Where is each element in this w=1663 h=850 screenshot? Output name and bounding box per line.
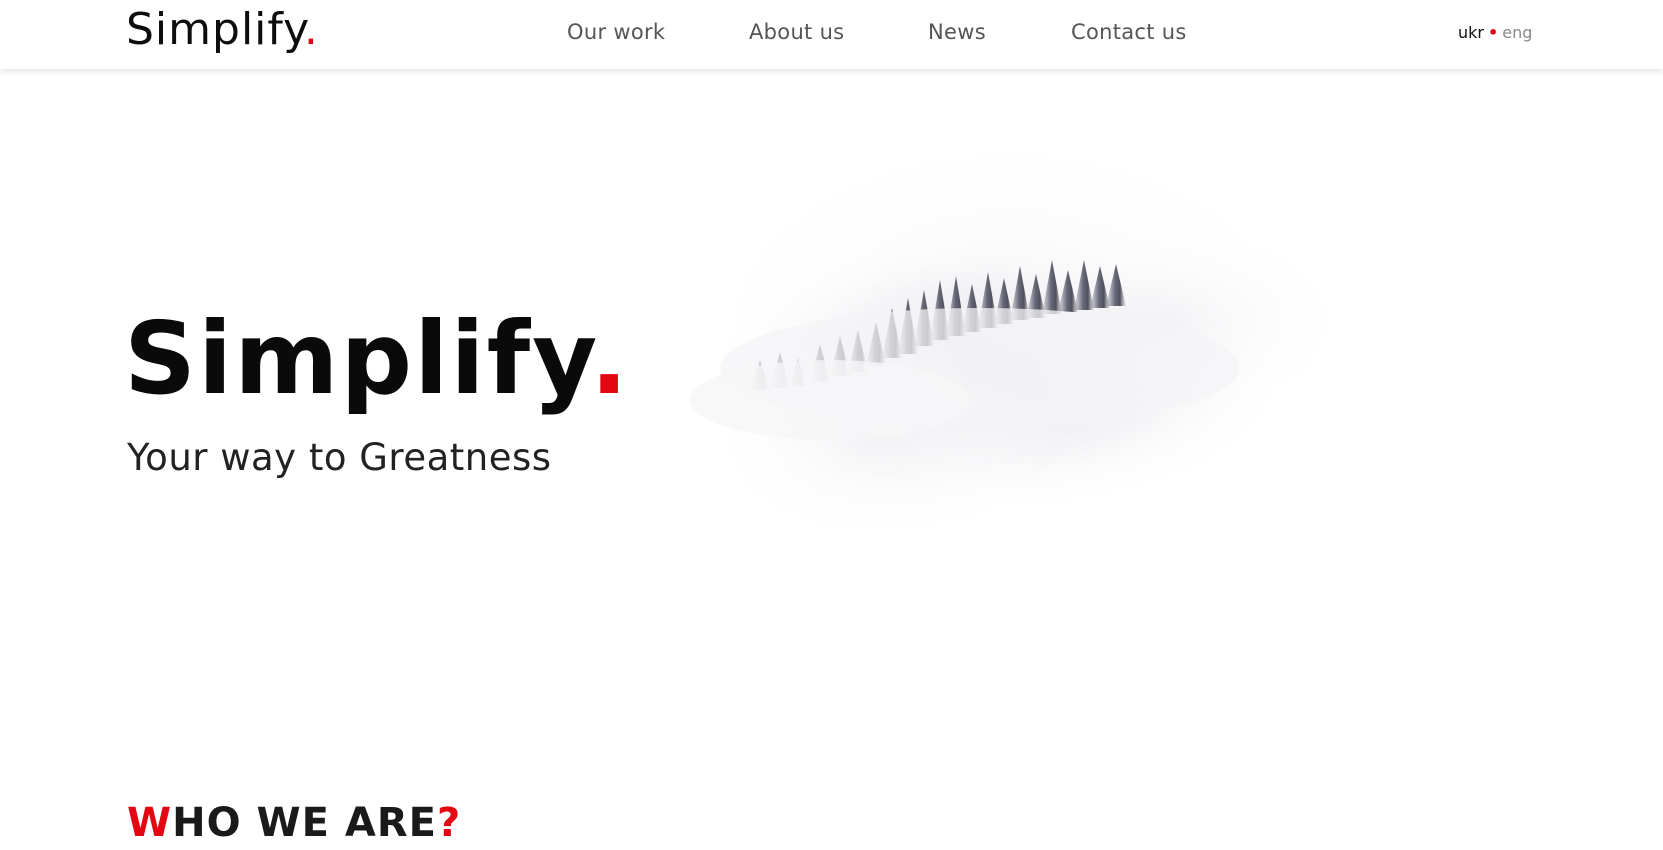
language-switcher: ukr • eng bbox=[1458, 23, 1532, 42]
misty-forest-image bbox=[680, 100, 1400, 580]
lang-separator: • bbox=[1487, 23, 1499, 42]
hero-title-text: Simplify bbox=[124, 300, 591, 417]
nav-about-us[interactable]: About us bbox=[749, 20, 844, 44]
hero-title-dot: . bbox=[590, 300, 631, 417]
hero-subtitle: Your way to Greatness bbox=[127, 436, 552, 479]
hero-title: Simplify. bbox=[124, 300, 630, 417]
nav-our-work[interactable]: Our work bbox=[567, 20, 665, 44]
nav-contact-us[interactable]: Contact us bbox=[1071, 20, 1187, 44]
main-nav: Our work About us News Contact us bbox=[0, 20, 1663, 50]
section-title-first-letter: W bbox=[127, 800, 173, 846]
section-title-question-mark: ? bbox=[436, 800, 462, 846]
lang-ukr-link[interactable]: ukr bbox=[1458, 23, 1484, 42]
section-title-rest: HO WE ARE bbox=[172, 800, 437, 846]
nav-news[interactable]: News bbox=[928, 20, 986, 44]
site-header: Simplify. Our work About us News Contact… bbox=[0, 0, 1663, 69]
lang-eng-link[interactable]: eng bbox=[1502, 23, 1532, 42]
section-title-who-we-are: WHO WE ARE? bbox=[127, 800, 461, 846]
